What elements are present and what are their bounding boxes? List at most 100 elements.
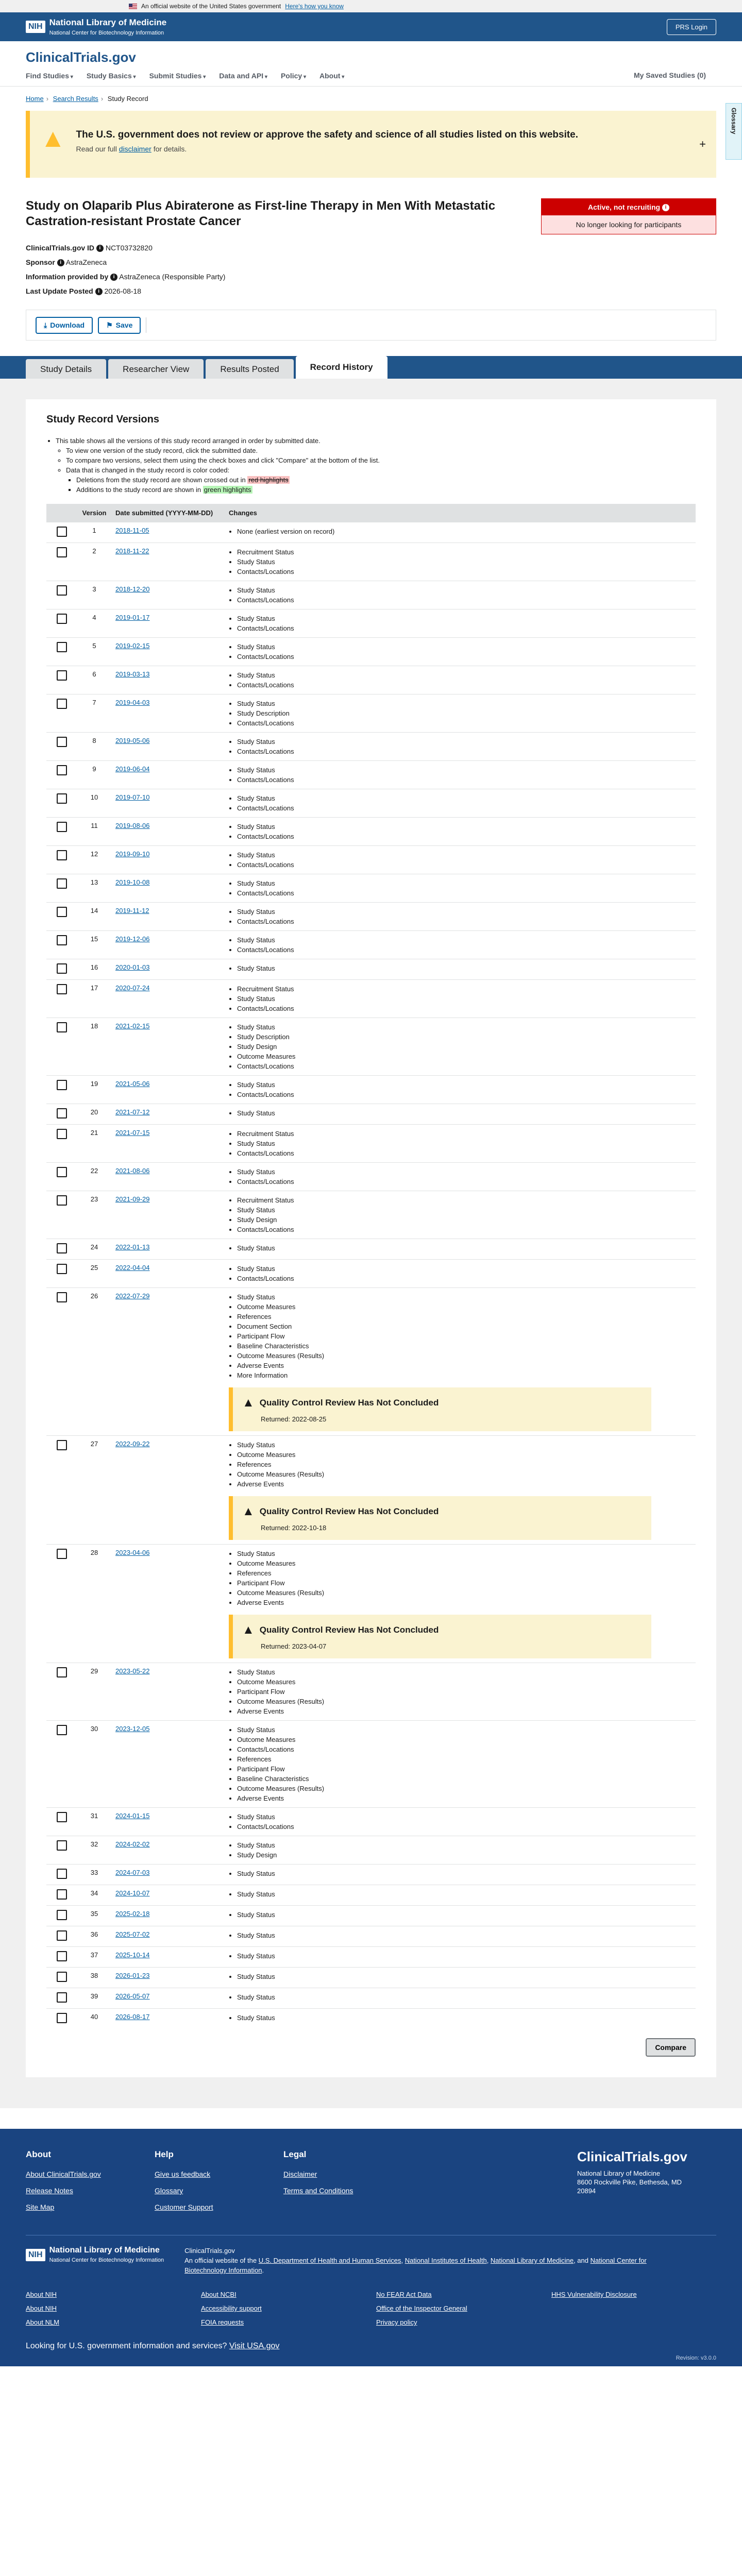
footer-link[interactable]: About NIH [26,2291,201,2298]
footer-link[interactable]: HHS Vulnerability Disclosure [551,2291,727,2298]
compare-button[interactable]: Compare [646,2038,696,2057]
footer-link[interactable]: About NCBI [201,2291,376,2298]
version-checkbox[interactable] [57,850,67,860]
version-date-link[interactable]: 2021-09-29 [115,1195,150,1203]
version-date-link[interactable]: 2018-12-20 [115,585,150,593]
version-date-link[interactable]: 2018-11-05 [115,527,149,534]
version-date-link[interactable]: 2020-01-03 [115,963,150,971]
hhs-link[interactable]: U.S. Department of Health and Human Serv… [259,2257,401,2264]
version-date-link[interactable]: 2024-01-15 [115,1812,150,1820]
tab-results-posted[interactable]: Results Posted [206,359,294,379]
version-checkbox[interactable] [57,1951,67,1961]
site-logo[interactable]: ClinicalTrials.gov [26,41,716,65]
version-date-link[interactable]: 2019-03-13 [115,670,150,678]
version-date-link[interactable]: 2019-01-17 [115,614,150,621]
version-checkbox[interactable] [57,1549,67,1559]
version-date-link[interactable]: 2019-02-15 [115,642,150,650]
version-checkbox[interactable] [57,614,67,624]
expand-plus-icon[interactable]: + [699,138,706,151]
version-checkbox[interactable] [57,984,67,994]
version-date-link[interactable]: 2022-01-13 [115,1243,150,1251]
version-checkbox[interactable] [57,527,67,537]
version-checkbox[interactable] [57,547,67,557]
version-checkbox[interactable] [57,963,67,974]
disclaimer-link[interactable]: disclaimer [119,145,151,153]
version-date-link[interactable]: 2022-07-29 [115,1292,150,1300]
saved-studies-link[interactable]: My Saved Studies (0) [634,71,706,79]
version-date-link[interactable]: 2019-06-04 [115,765,150,773]
version-checkbox[interactable] [57,878,67,889]
version-checkbox[interactable] [57,1840,67,1851]
nav-find-studies[interactable]: Find Studies [26,72,73,80]
tab-study-details[interactable]: Study Details [26,359,107,379]
version-checkbox[interactable] [57,765,67,775]
version-date-link[interactable]: 2019-10-08 [115,878,150,886]
version-checkbox[interactable] [57,1972,67,1982]
download-button[interactable]: ⤓ Download [36,316,93,334]
info-icon[interactable]: i [110,274,118,281]
footer-link[interactable]: No FEAR Act Data [376,2291,551,2298]
version-checkbox[interactable] [57,1167,67,1177]
footer-nih-logo[interactable]: NIH National Library of Medicine National… [26,2246,164,2264]
version-date-link[interactable]: 2023-05-22 [115,1667,150,1675]
version-checkbox[interactable] [57,1264,67,1274]
nav-about[interactable]: About [319,72,344,80]
version-checkbox[interactable] [57,1108,67,1118]
nav-policy[interactable]: Policy [281,72,306,80]
version-date-link[interactable]: 2025-02-18 [115,1910,150,1918]
version-checkbox[interactable] [57,1080,67,1090]
version-date-link[interactable]: 2023-12-05 [115,1725,150,1733]
version-date-link[interactable]: 2026-01-23 [115,1972,150,1979]
version-checkbox[interactable] [57,642,67,652]
version-checkbox[interactable] [57,1889,67,1900]
tab-record-history[interactable]: Record History [295,356,387,379]
version-date-link[interactable]: 2019-07-10 [115,793,150,801]
footer-link[interactable]: Customer Support [155,2203,283,2211]
footer-link[interactable]: FOIA requests [201,2318,376,2326]
version-date-link[interactable]: 2023-04-06 [115,1549,150,1556]
gov-banner-link[interactable]: Here's how you know [285,3,344,10]
info-icon[interactable]: i [96,245,104,252]
nih-link[interactable]: National Institutes of Health [405,2257,487,2264]
footer-link[interactable]: Glossary [155,2187,283,2195]
info-icon[interactable]: i [57,259,64,267]
version-checkbox[interactable] [57,1022,67,1032]
footer-link[interactable]: About NIH [26,2304,201,2312]
version-checkbox[interactable] [57,822,67,832]
footer-link[interactable]: About ClinicalTrials.gov [26,2170,155,2178]
version-date-link[interactable]: 2021-07-12 [115,1108,150,1116]
version-date-link[interactable]: 2021-02-15 [115,1022,150,1030]
footer-link[interactable]: Accessibility support [201,2304,376,2312]
version-date-link[interactable]: 2019-12-06 [115,935,150,943]
version-date-link[interactable]: 2018-11-22 [115,547,149,555]
version-date-link[interactable]: 2021-05-06 [115,1080,150,1088]
footer-link[interactable]: Give us feedback [155,2170,283,2178]
nlm-link[interactable]: National Library of Medicine [491,2257,574,2264]
footer-logo[interactable]: ClinicalTrials.gov [577,2149,701,2164]
version-checkbox[interactable] [57,1292,67,1302]
version-checkbox[interactable] [57,737,67,747]
nav-data-api[interactable]: Data and API [219,72,267,80]
version-checkbox[interactable] [57,2013,67,2023]
footer-link[interactable]: Terms and Conditions [283,2187,412,2195]
version-checkbox[interactable] [57,1910,67,1920]
version-date-link[interactable]: 2019-04-03 [115,699,150,706]
nav-study-basics[interactable]: Study Basics [87,72,136,80]
version-checkbox[interactable] [57,1725,67,1735]
version-checkbox[interactable] [57,1869,67,1879]
breadcrumb-search-results[interactable]: Search Results [53,95,98,103]
nih-logo[interactable]: NIH National Library of Medicine National… [26,18,166,37]
footer-link[interactable]: About NLM [26,2318,201,2326]
breadcrumb-home[interactable]: Home [26,95,44,103]
footer-link[interactable]: Disclaimer [283,2170,412,2178]
version-checkbox[interactable] [57,1992,67,2003]
version-date-link[interactable]: 2019-05-06 [115,737,150,744]
version-checkbox[interactable] [57,1667,67,1677]
version-date-link[interactable]: 2026-05-07 [115,1992,150,2000]
version-date-link[interactable]: 2022-09-22 [115,1440,150,1448]
footer-link[interactable]: Site Map [26,2203,155,2211]
prs-login-button[interactable]: PRS Login [666,19,716,35]
version-checkbox[interactable] [57,1195,67,1206]
version-checkbox[interactable] [57,1129,67,1139]
version-date-link[interactable]: 2022-04-04 [115,1264,150,1272]
